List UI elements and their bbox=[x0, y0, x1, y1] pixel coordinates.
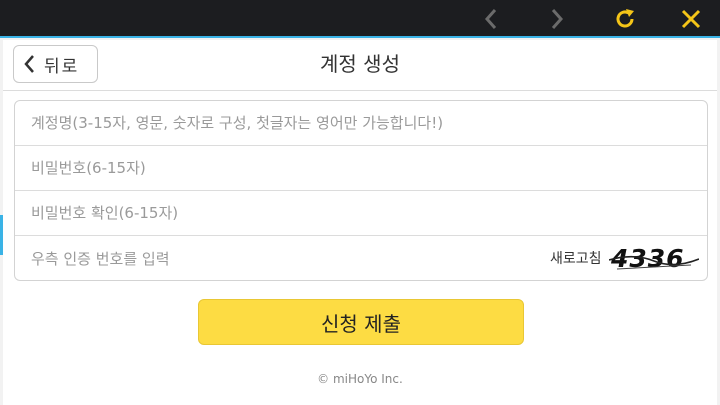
back-button-label: 뒤로 bbox=[44, 56, 80, 77]
captcha-image[interactable]: 4336 bbox=[609, 242, 699, 274]
captcha-input[interactable] bbox=[15, 236, 535, 280]
close-icon[interactable] bbox=[676, 4, 706, 34]
chevron-left-icon[interactable] bbox=[476, 4, 506, 34]
account-name-input[interactable] bbox=[15, 101, 707, 145]
captcha-refresh-link[interactable]: 새로고침 bbox=[550, 248, 602, 268]
password-confirm-row bbox=[15, 191, 707, 236]
password-row bbox=[15, 146, 707, 191]
panel-header: 뒤로 계정 생성 bbox=[3, 40, 717, 90]
password-confirm-input[interactable] bbox=[15, 191, 707, 235]
submit-button[interactable]: 신청 제출 bbox=[198, 299, 524, 345]
page-title: 계정 생성 bbox=[320, 52, 400, 76]
copyright-text: © miHoYo Inc. bbox=[317, 372, 403, 386]
header-divider bbox=[3, 90, 717, 91]
back-button[interactable]: 뒤로 bbox=[13, 45, 98, 83]
captcha-row: 새로고침 4336 bbox=[15, 236, 707, 280]
account-row bbox=[15, 101, 707, 146]
top-toolbar bbox=[0, 0, 720, 38]
chevron-left-icon bbox=[24, 55, 34, 73]
account-creation-panel: 뒤로 계정 생성 새로고침 4336 신청 제출 © miHoYo Inc. bbox=[3, 40, 717, 405]
password-input[interactable] bbox=[15, 146, 707, 190]
chevron-right-icon[interactable] bbox=[542, 4, 572, 34]
signup-form: 새로고침 4336 bbox=[14, 100, 708, 281]
refresh-icon[interactable] bbox=[610, 4, 640, 34]
